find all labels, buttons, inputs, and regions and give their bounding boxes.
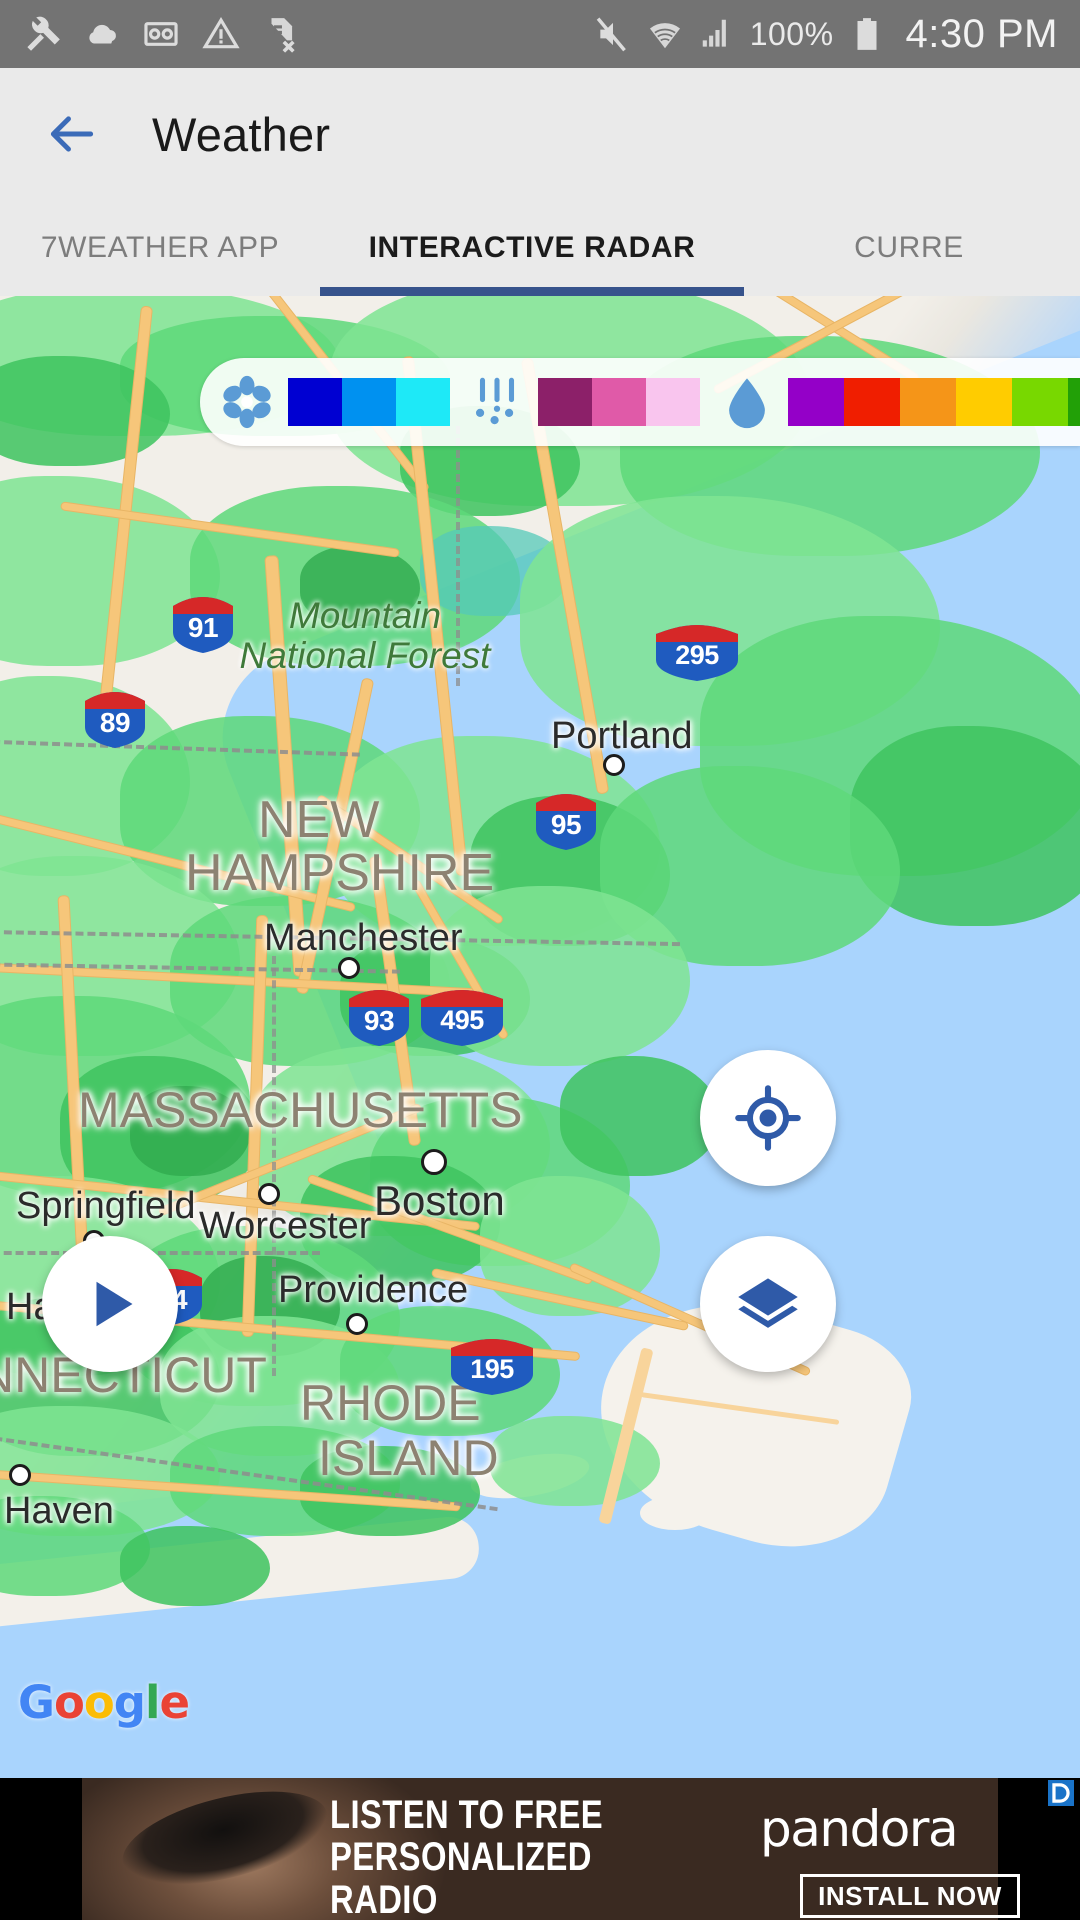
- radar-legend-snow: [200, 373, 450, 431]
- map-state-label-massachusetts: MASSACHUSETTS: [78, 1082, 523, 1138]
- map-layers-icon: [738, 1278, 798, 1328]
- sim-card-removed-icon: [271, 18, 295, 53]
- wifi-icon: [649, 23, 680, 49]
- play-icon: [96, 1281, 133, 1327]
- tab-bar[interactable]: 7WEATHER APP INTERACTIVE RADAR CURRE: [0, 200, 1080, 296]
- play-animation-button[interactable]: [42, 1236, 178, 1372]
- radar-legend[interactable]: [200, 358, 1080, 446]
- status-bar: 100% 4:30 PM: [0, 0, 1080, 68]
- my-location-button[interactable]: [700, 1050, 836, 1186]
- map-city-label-manchester: Manchester: [264, 917, 463, 959]
- cloud-icon: [89, 24, 116, 44]
- radar-map[interactable]: Mountain National Forest NEW HAMPSHIRE M…: [0, 296, 1080, 1778]
- voicemail-icon: [144, 22, 178, 46]
- map-city-label-new-haven: Haven: [4, 1490, 114, 1532]
- map-city-label-providence: Providence: [278, 1269, 469, 1311]
- tab-current[interactable]: CURRE: [744, 200, 1074, 296]
- map-highway-shield-93-number: 93: [363, 1005, 395, 1036]
- warning-icon: [202, 16, 240, 49]
- map-highway-shield-91-number: 91: [187, 612, 219, 643]
- map-state-label-new: NEW: [258, 791, 380, 849]
- map-highway-shield-89-number: 89: [99, 707, 131, 738]
- tab-interactive-radar[interactable]: INTERACTIVE RADAR: [320, 200, 744, 296]
- mute-icon: [596, 17, 626, 52]
- map-city-dot-boston: [421, 1149, 447, 1175]
- sleet-icon: [475, 377, 515, 425]
- radar-legend-sleet-swatches: [538, 378, 700, 426]
- radar-legend-snow-swatch-1: [288, 378, 342, 426]
- map-city-label-worcester: Worcester: [199, 1205, 372, 1247]
- raindrop-icon: [729, 378, 765, 429]
- app-bar: Weather: [0, 68, 1080, 200]
- battery-percent: 100%: [749, 15, 834, 52]
- map-city-dot-portland: [603, 754, 625, 776]
- radar-legend-rain: [700, 373, 1080, 431]
- radar-legend-rain-swatch-6: [1068, 378, 1080, 426]
- map-highway-shield-295-number: 295: [675, 640, 719, 670]
- clock-time: 4:30 PM: [905, 11, 1058, 56]
- map-forest-label: Mountain National Forest: [235, 596, 495, 676]
- map-highway-shield-95: 95: [535, 793, 597, 851]
- map-city-label-springfield: Springfield: [16, 1185, 196, 1227]
- map-forest-label-line1: Mountain: [288, 595, 442, 636]
- ad-choices-icon[interactable]: [1048, 1780, 1074, 1806]
- ad-banner[interactable]: LISTEN TO FREE PERSONALIZED RADIO pandor…: [0, 1778, 1080, 1920]
- tab-interactive-radar-label: INTERACTIVE RADAR: [368, 231, 696, 264]
- map-highway-shield-91: 91: [172, 596, 234, 654]
- wrench-icon: [27, 16, 60, 51]
- radar-legend-rain-swatches: [788, 378, 1080, 426]
- radar-legend-sleet-swatch-3: [646, 378, 700, 426]
- map-highway-shield-89: 89: [84, 691, 146, 749]
- map-highway-shield-95-number: 95: [550, 809, 582, 840]
- map-city-label-portland: Portland: [551, 715, 693, 757]
- map-state-label-new-hampshire: HAMPSHIRE: [185, 844, 495, 902]
- cell-signal-icon: [702, 19, 726, 47]
- map-city-dot-providence: [346, 1313, 368, 1335]
- pandora-logo: pandora: [760, 1800, 959, 1858]
- map-city-label-boston: Boston: [374, 1177, 505, 1224]
- map-forest-label-line2: National Forest: [239, 634, 491, 676]
- map-highway-shield-93: 93: [348, 989, 410, 1047]
- radar-legend-rain-swatch-1: [788, 378, 844, 426]
- page-title: Weather: [152, 107, 331, 161]
- ad-headline-line2: PERSONALIZED RADIO: [330, 1835, 592, 1920]
- ad-install-button[interactable]: INSTALL NOW: [800, 1874, 1020, 1918]
- app-screen: 100% 4:30 PM Weather 7WEATHER APP INTERA…: [0, 0, 1080, 1920]
- radar-echo: [490, 1416, 660, 1506]
- ad-headline: LISTEN TO FREE PERSONALIZED RADIO: [330, 1794, 707, 1920]
- map-highway-shield-195: 195: [450, 1338, 534, 1396]
- map-state-label-island: ISLAND: [318, 1430, 499, 1486]
- map-city-dot-worcester: [258, 1183, 280, 1205]
- map-state-border: [272, 956, 276, 1376]
- map-highway-shield-195-number: 195: [470, 1354, 514, 1384]
- map-highway-shield-495: 495: [420, 989, 504, 1047]
- tab-active-indicator: [320, 287, 744, 296]
- map-city-dot-new-haven: [9, 1464, 31, 1486]
- map-nantucket: [640, 1496, 710, 1530]
- radar-legend-rain-swatch-4: [956, 378, 1012, 426]
- radar-legend-rain-swatch-5: [1012, 378, 1068, 426]
- radar-legend-rain-swatch-2: [844, 378, 900, 426]
- radar-legend-sleet-swatch-1: [538, 378, 592, 426]
- radar-legend-snow-swatch-2: [342, 378, 396, 426]
- radar-echo: [120, 1526, 270, 1606]
- radar-legend-sleet: [450, 373, 700, 431]
- map-highway-shield-295: 295: [655, 624, 739, 682]
- tab-7weather-app[interactable]: 7WEATHER APP: [0, 200, 320, 296]
- ad-headline-line1: LISTEN TO FREE: [330, 1793, 604, 1837]
- map-city-dot-manchester: [338, 957, 360, 979]
- status-bar-right-icons: 100% 4:30 PM: [594, 12, 1058, 57]
- back-arrow-icon[interactable]: [44, 106, 100, 162]
- map-layers-button[interactable]: [700, 1236, 836, 1372]
- radar-legend-sleet-swatch-2: [592, 378, 646, 426]
- radar-legend-snow-swatch-3: [396, 378, 450, 426]
- my-location-icon: [735, 1085, 801, 1151]
- status-bar-left-icons: [22, 14, 300, 54]
- google-logo: Google: [18, 1676, 190, 1729]
- map-highway-shield-495-number: 495: [440, 1005, 484, 1035]
- radar-legend-rain-swatch-3: [900, 378, 956, 426]
- snowflake-icon: [223, 375, 271, 429]
- battery-full-icon: [857, 18, 877, 50]
- radar-legend-snow-swatches: [288, 378, 450, 426]
